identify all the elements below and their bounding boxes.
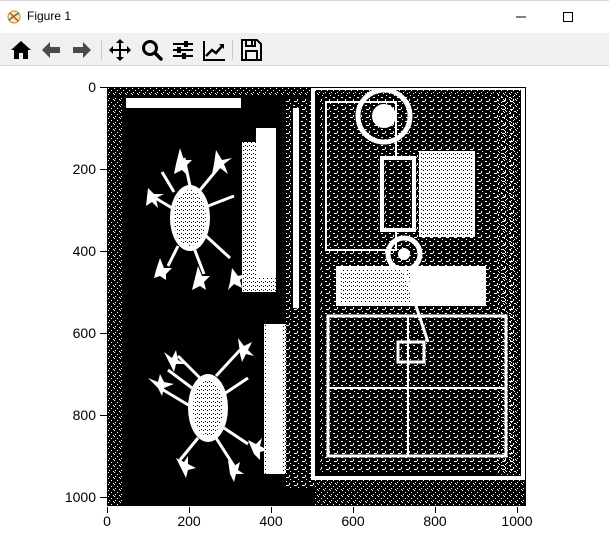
y-tick-mark: [100, 415, 107, 416]
home-button[interactable]: [8, 37, 34, 63]
navigation-toolbar: [0, 33, 609, 66]
line-chart-icon: [203, 41, 225, 61]
y-tick-mark: [100, 87, 107, 88]
y-tick-label: 800: [72, 407, 96, 423]
x-tick-label: 400: [259, 513, 283, 529]
window-title: Figure 1: [27, 9, 72, 23]
y-tick-label: 1000: [64, 489, 96, 505]
x-tick-label: 800: [423, 513, 447, 529]
y-tick-mark: [100, 497, 107, 498]
window-titlebar: Figure 1: [0, 0, 609, 33]
minimize-icon: [516, 16, 526, 18]
y-tick-mark: [100, 169, 107, 170]
y-tick-label: 0: [88, 79, 96, 95]
save-button[interactable]: [238, 37, 264, 63]
back-button[interactable]: [38, 37, 64, 63]
maximize-icon: [563, 12, 573, 22]
move-icon: [109, 39, 131, 61]
matplotlib-app-icon: [6, 9, 22, 25]
toolbar-separator: [101, 40, 102, 60]
configure-subplots-button[interactable]: [170, 37, 196, 63]
y-tick-label: 400: [72, 243, 96, 259]
pan-button[interactable]: [107, 37, 133, 63]
sliders-icon: [173, 41, 193, 59]
magnifier-icon: [142, 40, 163, 61]
binary-image-axes[interactable]: [107, 87, 526, 506]
home-icon: [11, 41, 31, 59]
x-tick-label: 200: [177, 513, 201, 529]
toolbar-separator: [232, 40, 233, 60]
edit-axes-button[interactable]: [201, 37, 227, 63]
maximize-button[interactable]: [545, 4, 591, 30]
window-top-border: [0, 0, 609, 1]
arrow-left-icon: [42, 42, 60, 58]
minimize-button[interactable]: [498, 4, 544, 30]
x-tick-label: 600: [341, 513, 365, 529]
binary-airport-image: [108, 88, 525, 505]
floppy-disk-icon: [241, 39, 262, 61]
arrow-right-icon: [73, 42, 91, 58]
x-tick-label: 1000: [501, 513, 533, 529]
x-tick-label: 0: [103, 513, 111, 529]
y-tick-mark: [100, 251, 107, 252]
y-tick-label: 600: [72, 325, 96, 341]
zoom-button[interactable]: [139, 37, 165, 63]
y-tick-label: 200: [72, 161, 96, 177]
forward-button[interactable]: [69, 37, 95, 63]
y-tick-mark: [100, 333, 107, 334]
